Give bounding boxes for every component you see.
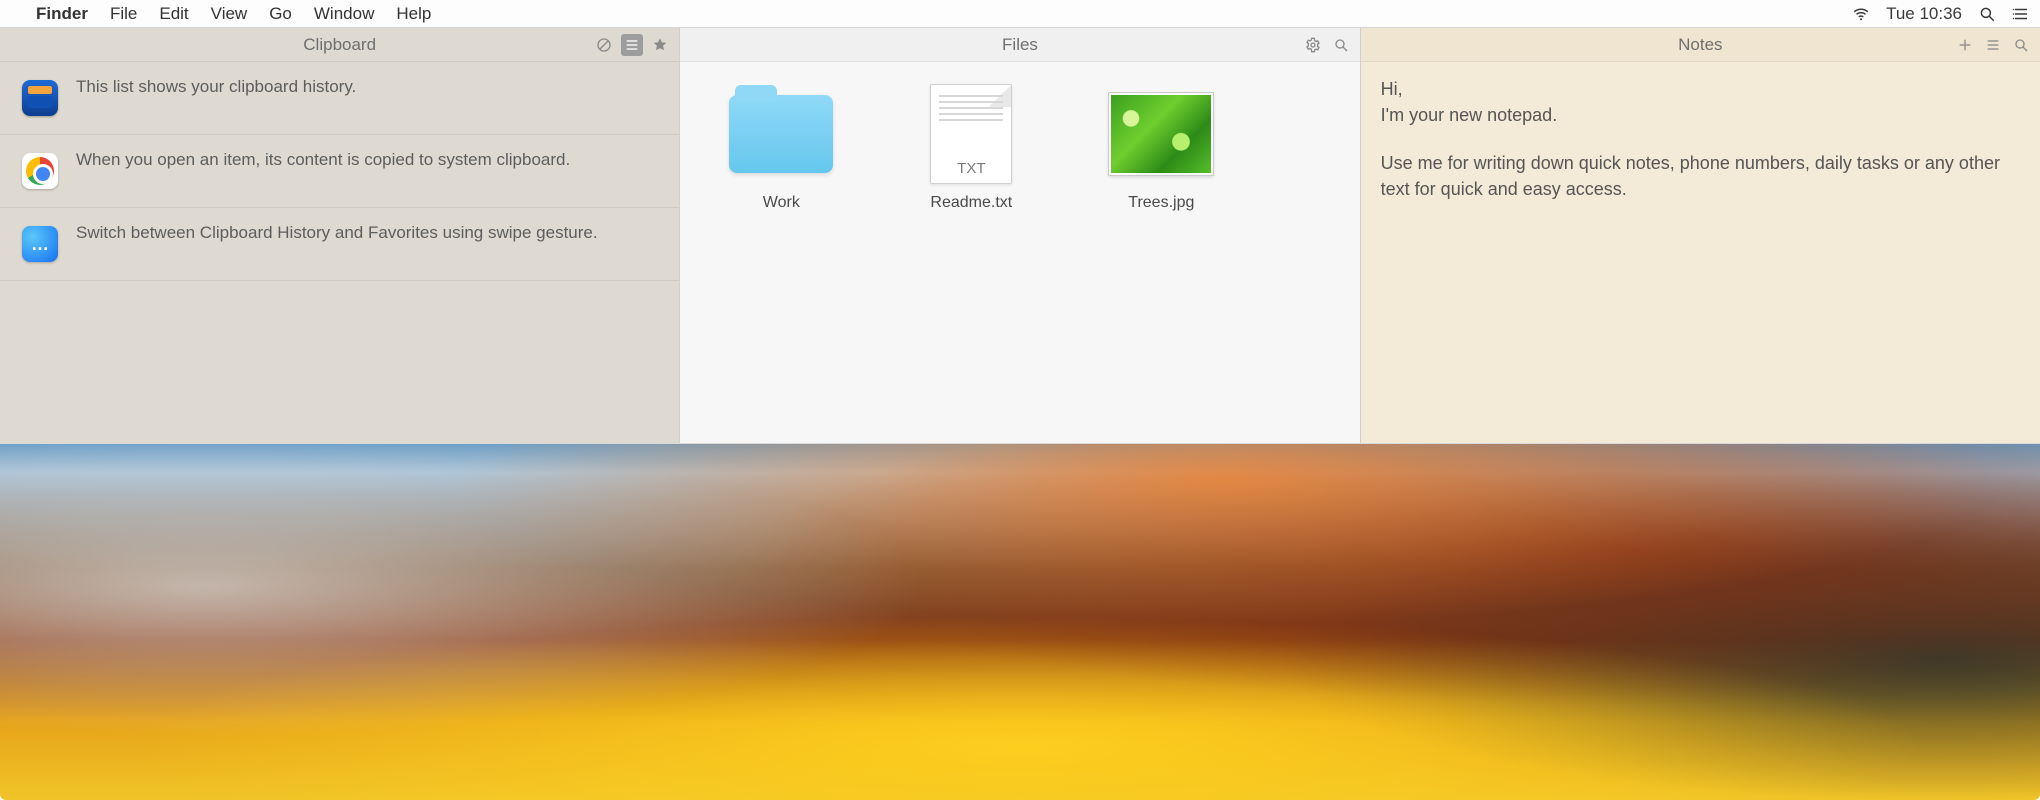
menubar-right: Tue 10:36 <box>1852 4 2030 24</box>
files-tools <box>1302 28 1352 61</box>
messages-app-icon <box>22 226 58 262</box>
clipboard-item[interactable]: When you open an item, its content is co… <box>0 135 679 208</box>
menu-go[interactable]: Go <box>269 4 292 24</box>
notification-center-icon[interactable] <box>2012 5 2030 23</box>
notes-add-icon[interactable] <box>1954 34 1976 56</box>
file-label: Work <box>763 194 800 212</box>
spotlight-search-icon[interactable] <box>1978 5 1996 23</box>
notes-search-icon[interactable] <box>2010 34 2032 56</box>
notes-list-icon[interactable] <box>1982 34 2004 56</box>
desktop-wallpaper <box>0 444 2040 800</box>
menu-window[interactable]: Window <box>314 4 374 24</box>
files-pane: Files Work <box>679 28 1359 443</box>
active-app-name[interactable]: Finder <box>36 4 88 24</box>
macos-menubar: Finder File Edit View Go Window Help Tue… <box>0 0 2040 28</box>
image-file-icon <box>1106 88 1216 180</box>
menubar-left: Finder File Edit View Go Window Help <box>10 4 431 24</box>
clipboard-pane: Clipboard This list shows your clipboard… <box>0 28 679 443</box>
clipboard-title: Clipboard <box>303 35 376 55</box>
file-label: Readme.txt <box>930 194 1012 212</box>
menubar-clock[interactable]: Tue 10:36 <box>1886 4 1962 24</box>
notes-title: Notes <box>1678 35 1722 55</box>
note-intro: I'm your new notepad. <box>1381 105 1558 125</box>
file-extension-badge: TXT <box>931 160 1011 177</box>
clipboard-body: This list shows your clipboard history. … <box>0 62 679 443</box>
menu-view[interactable]: View <box>211 4 248 24</box>
notes-tools <box>1954 28 2032 61</box>
clipboard-clear-icon[interactable] <box>593 34 615 56</box>
note-line: Hi, I'm your new notepad. <box>1381 76 2020 128</box>
clipboard-item[interactable]: Switch between Clipboard History and Fav… <box>0 208 679 281</box>
files-body: Work TXT Readme.txt Trees.jpg <box>680 62 1359 443</box>
file-label: Trees.jpg <box>1128 194 1194 212</box>
clipboard-item[interactable]: This list shows your clipboard history. <box>0 62 679 135</box>
clipboard-item-text: This list shows your clipboard history. <box>76 76 356 116</box>
clipboard-tools <box>593 28 671 61</box>
utility-shelf: Clipboard This list shows your clipboard… <box>0 28 2040 444</box>
wifi-status-icon[interactable] <box>1852 5 1870 23</box>
menu-help[interactable]: Help <box>396 4 431 24</box>
clipboard-item-text: Switch between Clipboard History and Fav… <box>76 222 598 262</box>
text-file-icon: TXT <box>916 88 1026 180</box>
wallet-app-icon <box>22 80 58 116</box>
clipboard-header: Clipboard <box>0 28 679 62</box>
files-settings-icon[interactable] <box>1302 34 1324 56</box>
file-item-image[interactable]: Trees.jpg <box>1096 88 1226 212</box>
clipboard-favorites-icon[interactable] <box>649 34 671 56</box>
files-grid: Work TXT Readme.txt Trees.jpg <box>680 62 1359 238</box>
notes-pane: Notes Hi, I'm your new notepad. Use me f… <box>1360 28 2040 443</box>
note-greeting: Hi, <box>1381 79 1403 99</box>
note-paragraph: Use me for writing down quick notes, pho… <box>1381 150 2020 202</box>
files-search-icon[interactable] <box>1330 34 1352 56</box>
notes-body[interactable]: Hi, I'm your new notepad. Use me for wri… <box>1361 62 2040 443</box>
clipboard-list-view-icon[interactable] <box>621 34 643 56</box>
clipboard-item-text: When you open an item, its content is co… <box>76 149 570 189</box>
files-header: Files <box>680 28 1359 62</box>
folder-icon <box>726 88 836 180</box>
file-item-text[interactable]: TXT Readme.txt <box>906 88 1036 212</box>
menu-file[interactable]: File <box>110 4 137 24</box>
file-item-folder[interactable]: Work <box>716 88 846 212</box>
menu-edit[interactable]: Edit <box>159 4 188 24</box>
notes-header: Notes <box>1361 28 2040 62</box>
chrome-app-icon <box>22 153 58 189</box>
files-title: Files <box>1002 35 1038 55</box>
